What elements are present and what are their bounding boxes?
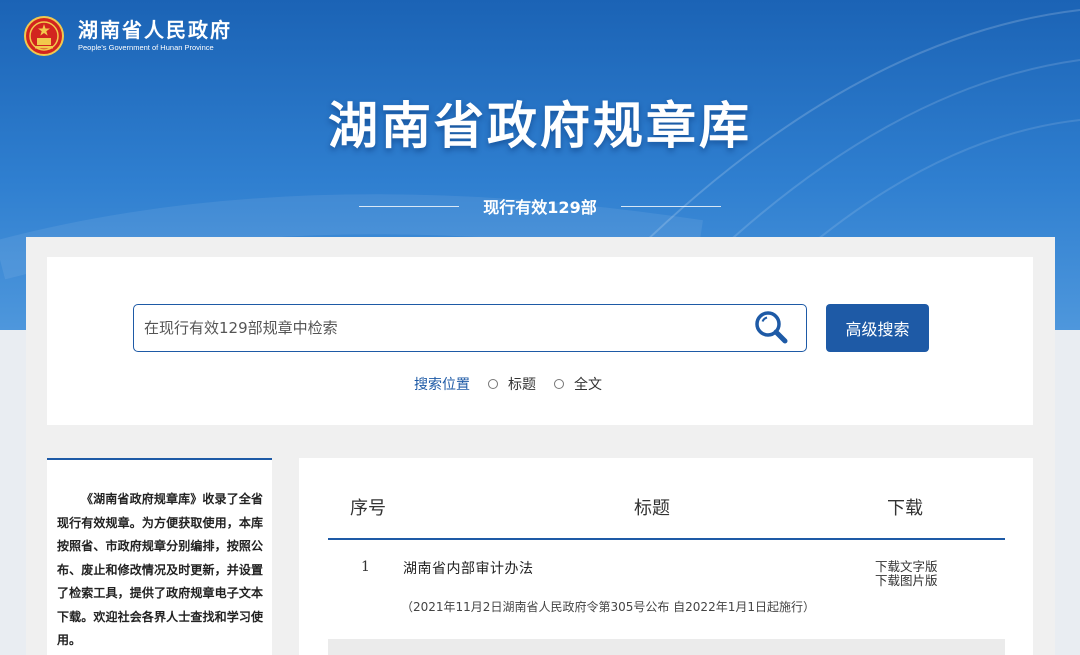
column-header-number: 序号 — [350, 498, 386, 519]
table-header: 序号 标题 下载 — [328, 488, 1005, 540]
download-image-link[interactable]: 下载图片版 — [875, 574, 938, 588]
column-header-title: 标题 — [634, 498, 670, 519]
page-subtitle: 现行有效129部 — [483, 198, 597, 217]
search-icon[interactable] — [752, 308, 792, 348]
page-title: 湖南省政府规章库 — [328, 97, 752, 155]
site-logo[interactable]: 湖南省人民政府 People's Government of Hunan Pro… — [24, 16, 232, 56]
subtitle-row: 现行有效129部 — [0, 194, 1080, 218]
scope-title-radio[interactable]: 标题 — [488, 374, 536, 394]
search-scope-label: 搜索位置 — [414, 377, 470, 393]
divider-right — [620, 205, 721, 207]
scope-fulltext-label: 全文 — [574, 377, 602, 393]
regulation-meta: （2021年11月2日湖南省人民政府令第305号公布 自2022年1月1日起施行… — [401, 600, 815, 614]
advanced-search-button[interactable]: 高级搜索 — [826, 304, 929, 352]
site-name-en: People's Government of Hunan Province — [78, 43, 214, 52]
search-scope: 搜索位置 标题 全文 — [414, 374, 620, 394]
search-panel: 高级搜索 搜索位置 标题 全文 — [47, 257, 1033, 425]
radio-icon — [488, 379, 498, 389]
search-input[interactable] — [134, 319, 752, 337]
column-header-download: 下载 — [887, 498, 923, 519]
search-box — [133, 304, 807, 352]
regulation-list: 序号 标题 下载 1 湖南省内部审计办法 下载文字版 下载图片版 （2021年1… — [299, 458, 1033, 655]
table-row — [328, 639, 1005, 655]
scope-title-label: 标题 — [508, 377, 536, 393]
row-number: 1 — [361, 559, 370, 575]
download-text-link[interactable]: 下载文字版 — [875, 560, 938, 574]
intro-text: 《湖南省政府规章库》收录了全省现行有效规章。为方便获取使用，本库按照省、市政府规… — [57, 492, 263, 647]
radio-icon — [554, 379, 564, 389]
scope-fulltext-radio[interactable]: 全文 — [554, 374, 602, 394]
site-name: 湖南省人民政府 — [78, 18, 232, 42]
intro-panel: 《湖南省政府规章库》收录了全省现行有效规章。为方便获取使用，本库按照省、市政府规… — [47, 458, 272, 655]
regulation-title-link[interactable]: 湖南省内部审计办法 — [403, 558, 534, 578]
divider-left — [359, 205, 460, 207]
national-emblem-icon — [24, 16, 64, 56]
